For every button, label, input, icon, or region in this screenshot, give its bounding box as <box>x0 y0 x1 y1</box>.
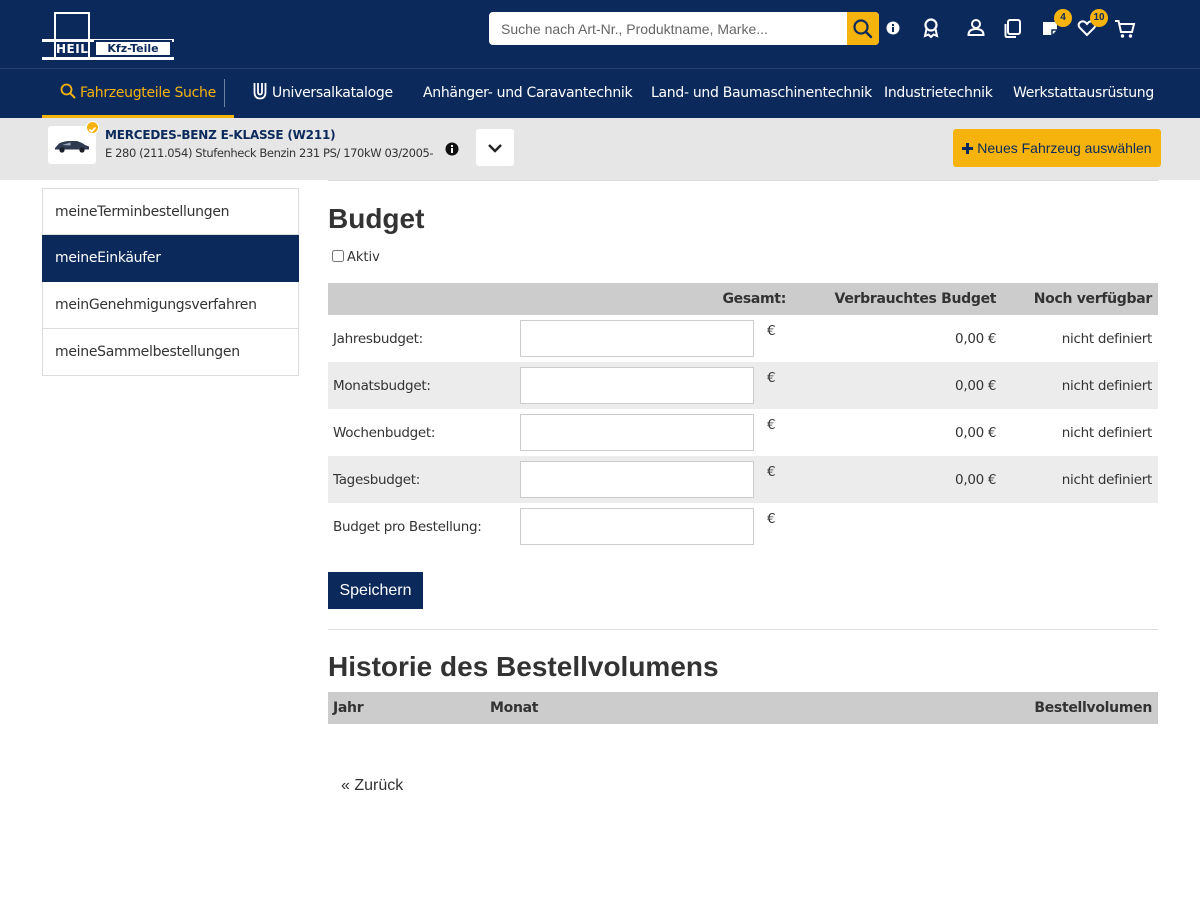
wishlist-button[interactable]: 10 <box>1076 9 1108 40</box>
nav-werkstattausruestung[interactable]: Werkstattausrüstung <box>1013 69 1154 118</box>
vehicle-bar: MERCEDES-BENZ E-KLASSE (W211) E 280 (211… <box>0 118 1200 180</box>
cart-button[interactable] <box>1114 16 1136 40</box>
search-icon <box>853 19 873 39</box>
used-value: 0,00 € <box>792 456 1003 503</box>
logo-kfz-text: Kfz-Teile <box>94 40 172 57</box>
table-row: Tagesbudget: € 0,00 € nicht definiert <box>328 456 1158 503</box>
new-vehicle-button[interactable]: Neues Fahrzeug auswählen <box>953 129 1161 167</box>
currency-symbol: € <box>767 323 776 339</box>
aktiv-label: Aktiv <box>347 250 380 265</box>
award-button[interactable] <box>920 16 942 40</box>
nav-industrietechnik[interactable]: Industrietechnik <box>884 69 993 118</box>
tagesbudget-input[interactable] <box>520 461 754 498</box>
nav-land-baumaschinentechnik[interactable]: Land- und Baumaschinentechnik <box>651 69 872 118</box>
used-value: 0,00 € <box>955 424 997 441</box>
aktiv-checkbox[interactable] <box>332 250 344 262</box>
currency-symbol: € <box>767 417 776 433</box>
col-verbrauchtes-budget: Verbrauchtes Budget <box>792 283 1003 315</box>
search-button[interactable] <box>847 12 879 45</box>
history-table-header: Jahr Monat Bestellvolumen <box>328 692 1158 724</box>
available-value: nicht definiert <box>1061 424 1153 441</box>
aktiv-checkbox-label[interactable]: Aktiv <box>332 250 380 265</box>
sidebar-item-terminbestellungen[interactable]: meineTerminbestellungen <box>42 188 299 235</box>
vehicle-dropdown-button[interactable] <box>476 129 514 166</box>
search-input[interactable] <box>489 12 847 45</box>
info-icon <box>886 21 900 35</box>
nav-label: Universalkataloge <box>272 85 393 101</box>
back-link[interactable]: « Zurück <box>341 777 403 795</box>
search-icon <box>60 83 76 99</box>
divider <box>328 180 1158 181</box>
divider <box>328 629 1158 630</box>
user-icon <box>967 19 985 36</box>
wochenbudget-input[interactable] <box>520 414 754 451</box>
top-header: HEIL Kfz-Teile Suche nach Art-Nr., Produ… <box>0 0 1200 68</box>
nav-anhaenger-caravantechnik[interactable]: Anhänger- und Caravantechnik <box>423 69 633 118</box>
col-bestellvolumen: Bestellvolumen <box>1034 700 1152 716</box>
award-icon <box>923 18 939 39</box>
vehicle-title: MERCEDES-BENZ E-KLASSE (W211) <box>105 128 336 142</box>
row-label: Wochenbudget: <box>333 424 436 441</box>
info-button[interactable] <box>882 16 904 40</box>
table-row: Jahresbudget: € 0,00 € nicht definiert <box>328 315 1158 362</box>
plus-icon <box>962 143 974 154</box>
nav-label: Fahrzeugteile Suche <box>80 85 216 101</box>
budget-table-header: Gesamt: Verbrauchtes Budget Noch verfügb… <box>328 283 1158 315</box>
account-button[interactable] <box>965 16 987 40</box>
magnet-icon <box>253 83 267 100</box>
col-jahr: Jahr <box>333 700 364 716</box>
available-value <box>1002 503 1158 550</box>
sidebar-item-genehmigungsverfahren[interactable]: meinGenehmigungsverfahren <box>42 282 299 329</box>
row-label: Jahresbudget: <box>333 330 423 347</box>
new-vehicle-label: Neues Fahrzeug auswählen <box>977 140 1152 156</box>
compare-icon <box>1004 19 1021 38</box>
col-gesamt: Gesamt: <box>328 283 792 315</box>
used-value <box>792 503 1002 550</box>
col-noch-verfuegbar: Noch verfügbar <box>1002 283 1158 315</box>
compare-button[interactable] <box>1002 16 1024 40</box>
used-value: 0,00 € <box>955 330 997 347</box>
row-label: Monatsbudget: <box>328 362 520 409</box>
currency-symbol: € <box>767 511 776 527</box>
table-row: Wochenbudget: € 0,00 € nicht definiert <box>328 409 1158 456</box>
search-box <box>489 12 879 45</box>
monatsbudget-input[interactable] <box>520 367 754 404</box>
info-icon <box>445 142 459 156</box>
main-navigation: Fahrzeugteile Suche Universalkataloge An… <box>0 68 1200 118</box>
nav-universalkataloge[interactable]: Universalkataloge <box>252 69 393 118</box>
currency-symbol: € <box>762 456 792 503</box>
history-title: Historie des Bestellvolumens <box>328 651 719 682</box>
used-value: 0,00 € <box>792 362 1003 409</box>
notepad-badge: 4 <box>1054 9 1072 27</box>
sidebar-item-einkaeufer[interactable]: meineEinkäufer <box>42 235 299 282</box>
heil-logo[interactable]: HEIL Kfz-Teile <box>42 12 174 60</box>
currency-symbol: € <box>762 362 792 409</box>
budget-title: Budget <box>328 203 425 234</box>
jahresbudget-input[interactable] <box>520 320 754 357</box>
vehicle-details: E 280 (211.054) Stufenheck Benzin 231 PS… <box>105 146 434 160</box>
vehicle-selected-check-icon <box>86 121 99 134</box>
col-monat: Monat <box>490 700 539 716</box>
chevron-down-icon <box>488 144 502 153</box>
nav-divider <box>224 79 225 107</box>
nav-fahrzeugteile-suche[interactable]: Fahrzeugteile Suche <box>42 69 234 118</box>
row-label: Tagesbudget: <box>328 456 520 503</box>
budget-table: Gesamt: Verbrauchtes Budget Noch verfügb… <box>328 283 1158 550</box>
vehicle-info-button[interactable] <box>445 142 459 156</box>
account-sidebar: meineTerminbestellungen meineEinkäufer m… <box>42 188 299 376</box>
sidebar-item-sammelbestellungen[interactable]: meineSammelbestellungen <box>42 329 299 376</box>
cart-icon <box>1115 20 1136 38</box>
logo-heil-text: HEIL <box>56 42 89 56</box>
available-value: nicht definiert <box>1002 456 1158 503</box>
available-value: nicht definiert <box>1002 362 1158 409</box>
available-value: nicht definiert <box>1061 330 1153 347</box>
row-label: Budget pro Bestellung: <box>333 518 482 535</box>
notepad-button[interactable]: 4 <box>1040 9 1072 40</box>
budget-pro-bestellung-input[interactable] <box>520 508 754 545</box>
table-row: Budget pro Bestellung: € <box>328 503 1158 550</box>
wishlist-badge: 10 <box>1090 9 1108 27</box>
save-button[interactable]: Speichern <box>328 572 423 609</box>
table-row: Monatsbudget: € 0,00 € nicht definiert <box>328 362 1158 409</box>
